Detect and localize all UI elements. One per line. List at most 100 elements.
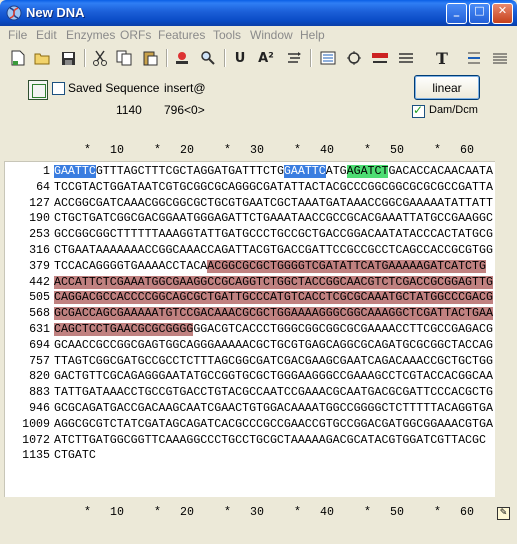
selected-region[interactable]: CAGCTCCTGAACGCGCGGGG [54, 323, 194, 336]
ruler-mark: * [364, 144, 371, 157]
close-button[interactable]: ✕ [492, 3, 513, 24]
sequence-segment[interactable]: TCCACAGGGGTGAAAACCTACA [54, 260, 207, 273]
sequence-segment[interactable]: CTGAATAAAAAAACCGGCAAACCAGATTACGTGACCGATT… [54, 244, 493, 257]
view-toggle-button[interactable] [28, 80, 48, 100]
sequence-text[interactable]: GACTGTTCGCAGAGGGAATATGCCGGTGCGCTGGGAAGGG… [54, 370, 493, 384]
sequence-text[interactable]: ACCATTCTCGAAATGGCGAAGGCCGCAGGTCTGGCTACCG… [54, 275, 493, 290]
maximize-button[interactable]: □ [469, 3, 490, 24]
scroll-area [495, 161, 513, 497]
sequence-text[interactable]: GCGCAGATGACCGACAAGCAATCGAACTGTGGACAAAATG… [54, 402, 493, 416]
ruler-mark: 30 [250, 144, 264, 157]
stacked-view-icon[interactable] [396, 48, 416, 68]
sequence-text[interactable]: GCGACCAGCGAAAAATGTCCGACAAACGCGCTGGAAAAGG… [54, 307, 493, 321]
ruler-mark: 10 [110, 144, 124, 157]
menu-features[interactable]: Features [158, 28, 205, 42]
sequence-segment[interactable]: CTGATC [54, 449, 96, 462]
saved-sequence-checkbox[interactable] [52, 82, 65, 95]
sequence-segment[interactable]: GACACCACAACAATA [388, 165, 493, 178]
sequence-text[interactable]: CAGCTCCTGAACGCGCGGGGGGACGTCACCCTGGGCGGCG… [54, 323, 493, 337]
menu-file[interactable]: File [8, 28, 27, 42]
row-position-number: 820 [29, 370, 50, 384]
align-icon[interactable] [464, 48, 484, 68]
translate-icon[interactable]: A² [256, 48, 276, 68]
sequence-text[interactable]: ACCGGCGATCAAACGGCGGCGCTGCGTGAATCGCTAAATG… [54, 197, 493, 211]
edit-mode-label: insert@ [164, 81, 206, 95]
edit-note-icon[interactable]: ✎ [497, 507, 510, 520]
toolbar-separator [310, 49, 312, 67]
sequence-view-icon[interactable] [490, 48, 510, 68]
sequence-text[interactable]: TATTGATAAACCTGCCGTGACCTGTACGCCAATCCGAAAC… [54, 386, 493, 400]
sequence-text[interactable]: ATCTTGATGGCGGTTCAAAGGCCCTGCCTGCGCTAAAAAG… [54, 434, 486, 448]
selected-region[interactable]: ACCATTCTCGAAATGGCGAAGGCCGCAGGTCTGGCTACCG… [54, 275, 493, 289]
window-title: New DNA [26, 5, 85, 20]
cut-site-icon[interactable]: U [230, 48, 250, 68]
search-icon[interactable] [198, 48, 218, 68]
sequence-text[interactable]: GAATTCGTTTAGCTTTCGCTAGGATGATTTCTGGAATTCA… [54, 165, 493, 179]
sequence-text[interactable]: GCCGGCGGCTTTTTTAAAGGTATTGATGCCCTGCCGCTGA… [54, 228, 493, 242]
sequence-segment[interactable]: TATTGATAAACCTGCCGTGACCTGTACGCCAATCCGAAAC… [54, 386, 493, 399]
sequence-text[interactable]: GCAACCGCCGGCGAGTGGCAGGGAAAAACGCTGCGTGAGC… [54, 339, 493, 353]
enzyme-list-icon[interactable] [370, 48, 390, 68]
selected-region[interactable]: ACGGCGCGCTGGGGTCGATATTCATGAAAAAGATCATCTG [207, 259, 486, 273]
sequence-segment[interactable]: ATCTTGATGGCGGTTCAAAGGCCCTGCCTGCGCTAAAAAG… [54, 434, 486, 447]
sequence-segment[interactable]: CTGCTGATCGGCGACGGAATGGGAGATTCTGAAATAACCG… [54, 212, 493, 225]
map-view-icon[interactable] [318, 48, 338, 68]
ruler-mark: 30 [250, 506, 264, 519]
sequence-panel[interactable]: 1 GAATTCGTTTAGCTTTCGCTAGGATGATTTCTGGAATTC… [4, 161, 495, 497]
bglii-site-highlight[interactable]: AGATCT [346, 165, 389, 178]
sequence-text[interactable]: CAGGACGCCACCCCGGCAGCGCTGATTGCCCATGTCACCT… [54, 291, 493, 305]
selected-region[interactable]: CAGGACGCCACCCCGGCAGCGCTGATTGCCCATGTCACCT… [54, 291, 493, 305]
ruler-mark: 60 [460, 144, 474, 157]
sequence-text[interactable]: CTGAATAAAAAAACCGGCAAACCAGATTACGTGACCGATT… [54, 244, 493, 258]
text-icon[interactable]: T [432, 48, 452, 68]
ruler-mark: * [294, 506, 301, 519]
sequence-segment[interactable]: ATG [326, 165, 347, 178]
sequence-text[interactable]: TCCGTACTGGATAATCGTGCGGCGCAGGGCGATATTACTA… [54, 181, 493, 195]
ruler-mark: 50 [390, 506, 404, 519]
sequence-segment[interactable]: AGGCGCGTCTATCGATAGCAGATCACGCCCGCCGAACCGT… [54, 418, 493, 431]
sequence-text[interactable]: TCCACAGGGGTGAAAACCTACAACGGCGCGCTGGGGTCGA… [54, 259, 486, 274]
cut-icon[interactable] [90, 48, 110, 68]
copy-icon[interactable] [114, 48, 134, 68]
ruler-mark: * [434, 506, 441, 519]
menu-help[interactable]: Help [300, 28, 325, 42]
menu-window[interactable]: Window [250, 28, 293, 42]
new-file-icon[interactable] [8, 48, 28, 68]
dam-dcm-checkbox[interactable] [412, 103, 425, 118]
ruler-mark: * [154, 144, 161, 157]
sequence-text[interactable]: CTGATC [54, 449, 96, 463]
selected-region[interactable]: GCGACCAGCGAAAAATGTCCGACAAACGCGCTGGAAAAGG… [54, 307, 493, 321]
sequence-segment[interactable]: TTAGTCGGCGATGCCGCCTCTTTAGCGGCGATCGACGAAG… [54, 355, 493, 368]
open-folder-icon[interactable] [32, 48, 52, 68]
dna-app-icon [6, 5, 22, 21]
menu-enzymes[interactable]: Enzymes [66, 28, 115, 42]
sequence-segment[interactable]: GGACGTCACCCTGGGCGGCGGCGCGAAAACCTTCGCCGAG… [193, 323, 493, 336]
restriction-enzyme-icon[interactable] [172, 48, 192, 68]
ecori-site-highlight[interactable]: GAATTC [283, 165, 326, 178]
circular-map-icon[interactable] [344, 48, 364, 68]
ruler-mark: * [224, 506, 231, 519]
row-position-number: 1 [43, 165, 50, 178]
sequence-segment[interactable]: GCAACCGCCGGCGAGTGGCAGGGAAAAACGCTGCGTGAGC… [54, 339, 493, 352]
sequence-segment[interactable]: TCCGTACTGGATAATCGTGCGGCGCAGGGCGATATTACTA… [54, 181, 493, 194]
menu-edit[interactable]: Edit [36, 28, 57, 42]
toolbar-separator [224, 49, 226, 67]
orf-icon[interactable] [284, 48, 304, 68]
row-position-number: 568 [29, 307, 50, 321]
sequence-segment[interactable]: GTTTAGCTTTCGCTAGGATGATTTCTG [96, 165, 284, 178]
sequence-text[interactable]: TTAGTCGGCGATGCCGCCTCTTTAGCGGCGATCGACGAAG… [54, 355, 493, 369]
sequence-segment[interactable]: GCGCAGATGACCGACAAGCAATCGAACTGTGGACAAAATG… [54, 402, 493, 415]
sequence-text[interactable]: AGGCGCGTCTATCGATAGCAGATCACGCCCGCCGAACCGT… [54, 418, 493, 432]
ecori-site-highlight[interactable]: GAATTC [54, 165, 96, 178]
sequence-segment[interactable]: GCCGGCGGCTTTTTTAAAGGTATTGATGCCCTGCCGCTGA… [54, 228, 493, 241]
save-icon[interactable] [58, 48, 78, 68]
minimize-button[interactable]: _ [446, 3, 467, 24]
topology-button[interactable]: linear [414, 75, 480, 100]
ruler-mark: 20 [180, 506, 194, 519]
sequence-text[interactable]: CTGCTGATCGGCGACGGAATGGGAGATTCTGAAATAACCG… [54, 212, 493, 226]
sequence-segment[interactable]: GACTGTTCGCAGAGGGAATATGCCGGTGCGCTGGGAAGGG… [54, 370, 493, 383]
menu-tools[interactable]: Tools [213, 28, 241, 42]
sequence-segment[interactable]: ACCGGCGATCAAACGGCGGCGCTGCGTGAATCGCTAAATG… [54, 197, 493, 210]
menu-orfs[interactable]: ORFs [120, 28, 151, 42]
paste-icon[interactable] [140, 48, 160, 68]
